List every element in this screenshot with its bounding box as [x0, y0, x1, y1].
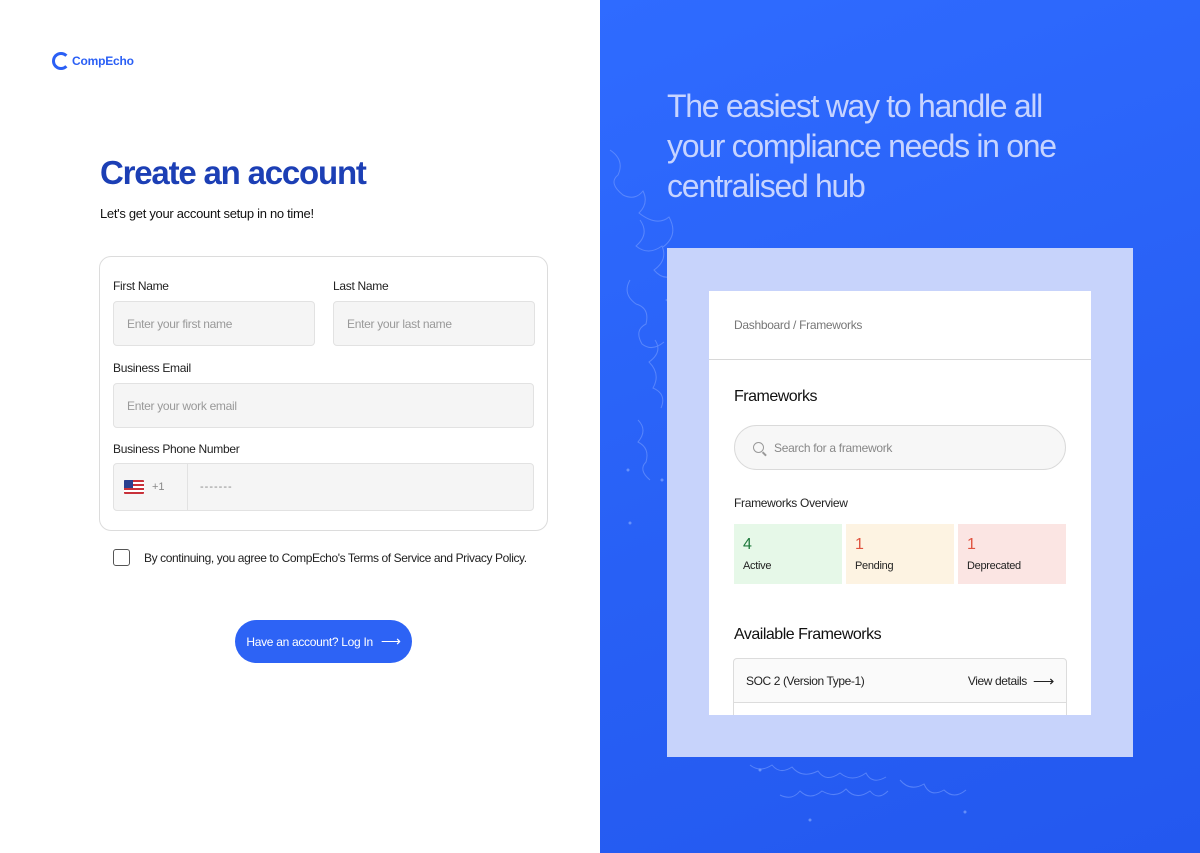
- framework-row[interactable]: SOC 2 (Version Type-1) View details ⟶: [733, 658, 1067, 703]
- dashboard-preview-frame: Dashboard / Frameworks Frameworks Search…: [667, 248, 1133, 757]
- breadcrumb: Dashboard / Frameworks: [734, 318, 863, 332]
- page-title: Create an account: [100, 154, 367, 191]
- signup-panel: CompEcho Create an account Let's get you…: [0, 0, 600, 853]
- view-details-link[interactable]: View details ⟶: [967, 672, 1055, 690]
- terms-text: By continuing, you agree to CompEcho's T…: [144, 550, 527, 565]
- stat-label: Deprecated: [967, 560, 1021, 572]
- signup-form: First Name Enter your first name Last Na…: [99, 256, 548, 531]
- framework-row[interactable]: [733, 702, 1067, 715]
- stat-value: 1: [967, 536, 976, 553]
- stat-value: 4: [743, 536, 752, 553]
- first-name-input[interactable]: Enter your first name: [113, 301, 315, 346]
- framework-search-input[interactable]: Search for a framework: [734, 425, 1066, 470]
- brand-name: CompEcho: [72, 54, 134, 68]
- stat-card-deprecated: 1 Deprecated: [958, 524, 1066, 584]
- stat-card-pending: 1 Pending: [846, 524, 954, 584]
- stat-card-active: 4 Active: [734, 524, 842, 584]
- country-code-select[interactable]: +1: [114, 464, 188, 510]
- framework-search-placeholder: Search for a framework: [774, 440, 893, 455]
- phone-field: +1 -------: [113, 463, 534, 511]
- login-button-label: Have an account? Log In: [246, 634, 373, 649]
- framework-name: SOC 2 (Version Type-1): [746, 673, 865, 688]
- dashboard-preview: Dashboard / Frameworks Frameworks Search…: [709, 291, 1091, 715]
- page-subtitle: Let's get your account setup in no time!: [100, 206, 314, 221]
- stat-label: Pending: [855, 560, 894, 572]
- country-code: +1: [152, 481, 165, 493]
- brand-logo[interactable]: CompEcho: [52, 52, 134, 70]
- search-icon: [753, 442, 764, 453]
- login-button[interactable]: Have an account? Log In ⟶: [235, 620, 412, 663]
- last-name-label: Last Name: [333, 279, 389, 293]
- phone-label: Business Phone Number: [113, 442, 240, 456]
- promo-headline: The easiest way to handle all your compl…: [667, 88, 1057, 204]
- us-flag-icon: [124, 480, 144, 494]
- arrow-right-icon: ⟶: [380, 633, 401, 649]
- compecho-logo-icon: [52, 52, 70, 70]
- frameworks-title: Frameworks: [734, 388, 818, 405]
- stat-label: Active: [743, 560, 772, 572]
- frameworks-overview-title: Frameworks Overview: [734, 496, 848, 510]
- first-name-label: First Name: [113, 279, 169, 293]
- phone-input[interactable]: -------: [188, 464, 533, 510]
- preview-divider: [709, 359, 1091, 360]
- terms-agreement: By continuing, you agree to CompEcho's T…: [113, 549, 527, 566]
- promo-panel: The easiest way to handle all your compl…: [600, 0, 1200, 853]
- email-input[interactable]: Enter your work email: [113, 383, 534, 428]
- stat-value: 1: [855, 536, 864, 553]
- email-label: Business Email: [113, 361, 191, 375]
- last-name-input[interactable]: Enter your last name: [333, 301, 535, 346]
- arrow-right-icon: ⟶: [1032, 672, 1055, 690]
- available-frameworks-title: Available Frameworks: [734, 626, 882, 643]
- view-details-label: View details: [967, 673, 1027, 688]
- terms-checkbox[interactable]: [113, 549, 130, 566]
